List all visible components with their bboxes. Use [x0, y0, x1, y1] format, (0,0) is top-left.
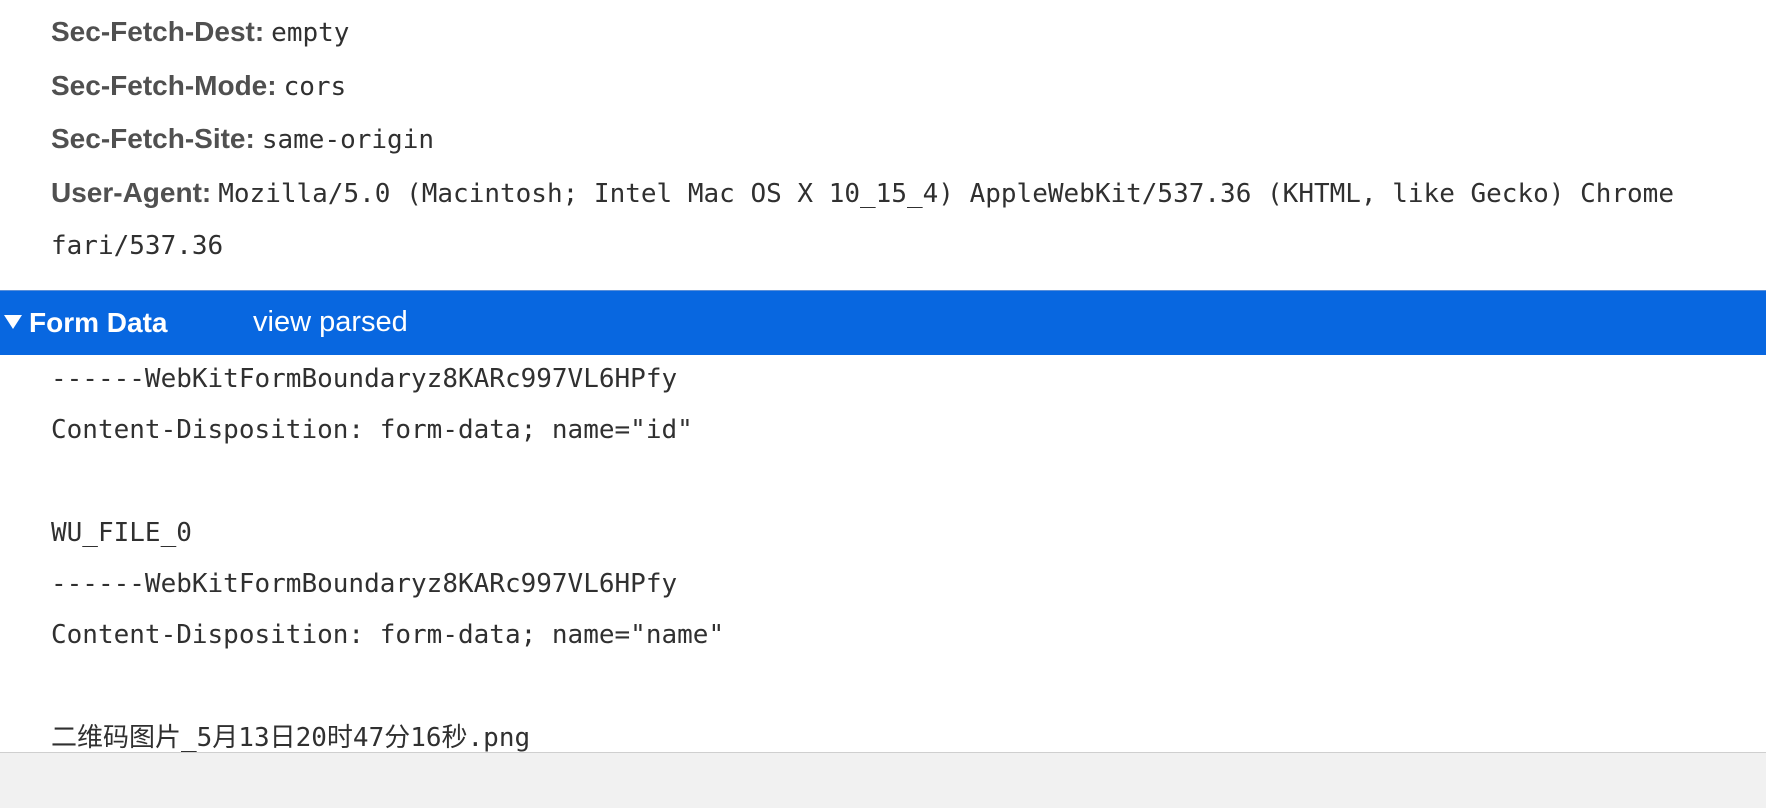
form-data-line: WU_FILE_0: [51, 518, 192, 548]
header-row-sec-fetch-dest: Sec-Fetch-Dest: empty: [51, 12, 349, 53]
header-row-sec-fetch-site: Sec-Fetch-Site: same-origin: [51, 119, 434, 160]
header-value: Mozilla/5.0 (Macintosh; Intel Mac OS X 1…: [218, 179, 1674, 209]
form-data-section-header[interactable]: Form Data view parsed: [0, 290, 1766, 355]
request-headers-list: Sec-Fetch-Dest: empty Sec-Fetch-Mode: co…: [0, 0, 1766, 290]
header-value: cors: [283, 72, 347, 102]
header-value: empty: [271, 18, 350, 48]
triangle-down-icon[interactable]: [4, 315, 22, 329]
view-parsed-link[interactable]: view parsed: [253, 291, 408, 354]
header-row-user-agent: User-Agent: Mozilla/5.0 (Macintosh; Inte…: [51, 173, 1674, 214]
header-key: Sec-Fetch-Site:: [51, 123, 255, 154]
drawer-bottom-bar: [0, 752, 1766, 808]
form-data-line: ------WebKitFormBoundaryz8KARc997VL6HPfy: [51, 569, 678, 599]
header-value-continuation: fari/537.36: [51, 231, 224, 261]
header-row-sec-fetch-mode: Sec-Fetch-Mode: cors: [51, 66, 346, 107]
header-key: User-Agent:: [51, 177, 212, 208]
form-data-line: Content-Disposition: form-data; name="id…: [51, 415, 693, 445]
header-value: same-origin: [261, 125, 435, 155]
form-data-source: ------WebKitFormBoundaryz8KARc997VL6HPfy…: [0, 355, 1766, 752]
form-data-line: 二维码图片_5月13日20时47分16秒.png: [51, 723, 531, 752]
form-data-line: ------WebKitFormBoundaryz8KARc997VL6HPfy: [51, 364, 678, 394]
header-key: Sec-Fetch-Mode:: [51, 70, 277, 101]
form-data-line: Content-Disposition: form-data; name="na…: [51, 620, 725, 650]
header-key: Sec-Fetch-Dest:: [51, 16, 265, 47]
section-title: Form Data: [29, 307, 168, 338]
devtools-network-detail: Sec-Fetch-Dest: empty Sec-Fetch-Mode: co…: [0, 0, 1766, 808]
